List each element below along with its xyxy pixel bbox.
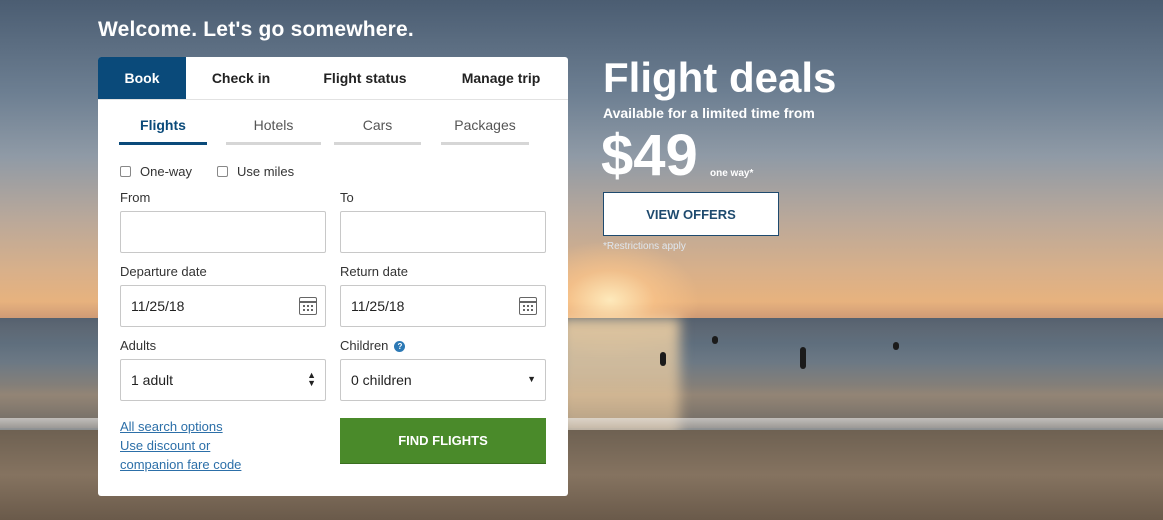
from-input[interactable] bbox=[120, 211, 326, 253]
deal-subtitle: Available for a limited time from bbox=[603, 105, 815, 121]
subtab-flights[interactable]: Flights bbox=[119, 117, 207, 145]
welcome-heading: Welcome. Let's go somewhere. bbox=[98, 18, 414, 41]
subtab-cars[interactable]: Cars bbox=[334, 117, 421, 145]
to-input[interactable] bbox=[340, 211, 546, 253]
subtab-hotels[interactable]: Hotels bbox=[226, 117, 321, 145]
children-label-row: Children? bbox=[340, 338, 406, 353]
return-date-value: 11/25/18 bbox=[351, 298, 405, 314]
surfer-figure bbox=[800, 347, 806, 369]
checkbox-box[interactable] bbox=[120, 166, 131, 177]
checkbox-box[interactable] bbox=[217, 166, 228, 177]
return-date-input[interactable]: 11/25/18 bbox=[340, 285, 546, 327]
tab-check-in[interactable]: Check in bbox=[186, 57, 296, 99]
return-date-label: Return date bbox=[340, 264, 408, 279]
one-way-label: One-way bbox=[140, 164, 193, 179]
children-label: Children bbox=[340, 338, 389, 353]
surfer-figure bbox=[712, 336, 718, 344]
surfer-figure bbox=[660, 352, 666, 366]
discount-link[interactable]: Use discount or bbox=[120, 438, 210, 453]
view-offers-button[interactable]: VIEW OFFERS bbox=[603, 192, 779, 236]
help-icon[interactable]: ? bbox=[394, 341, 406, 352]
adults-select[interactable]: 1 adult ▲ ▼ bbox=[120, 359, 326, 401]
select-arrow-icon: ▼ bbox=[527, 374, 536, 384]
select-arrow-icon: ▲ ▼ bbox=[307, 370, 316, 388]
deal-one-way: one way* bbox=[710, 168, 754, 179]
booking-panel: Book Check in Flight status Manage trip … bbox=[98, 57, 568, 496]
from-label: From bbox=[120, 190, 151, 205]
deal-title: Flight deals bbox=[603, 54, 837, 101]
one-way-checkbox[interactable]: One-way bbox=[120, 164, 192, 179]
departure-date-value: 11/25/18 bbox=[131, 298, 185, 314]
tab-book[interactable]: Book bbox=[98, 57, 186, 99]
companion-fare-link[interactable]: companion fare code bbox=[120, 457, 241, 472]
use-miles-label: Use miles bbox=[237, 164, 295, 179]
deal-price: $49 bbox=[601, 123, 698, 188]
to-label: To bbox=[340, 190, 354, 205]
children-value: 0 children bbox=[351, 372, 412, 388]
departure-date-label: Departure date bbox=[120, 264, 207, 279]
tab-manage-trip[interactable]: Manage trip bbox=[434, 57, 568, 99]
restrictions-note: *Restrictions apply bbox=[603, 241, 686, 252]
use-miles-checkbox[interactable]: Use miles bbox=[217, 164, 294, 179]
adults-label: Adults bbox=[120, 338, 157, 353]
children-select[interactable]: 0 children ▼ bbox=[340, 359, 546, 401]
calendar-icon[interactable] bbox=[519, 297, 537, 315]
calendar-icon[interactable] bbox=[299, 297, 317, 315]
main-tabs: Book Check in Flight status Manage trip bbox=[98, 57, 568, 100]
booking-subtabs: Flights Hotels Cars Packages bbox=[119, 117, 529, 145]
surfer-figure bbox=[893, 342, 899, 350]
departure-date-input[interactable]: 11/25/18 bbox=[120, 285, 326, 327]
find-flights-button[interactable]: FIND FLIGHTS bbox=[340, 418, 546, 463]
tab-flight-status[interactable]: Flight status bbox=[296, 57, 434, 99]
adults-value: 1 adult bbox=[131, 372, 174, 388]
all-search-options-link[interactable]: All search options bbox=[120, 419, 223, 434]
subtab-packages[interactable]: Packages bbox=[441, 117, 529, 145]
